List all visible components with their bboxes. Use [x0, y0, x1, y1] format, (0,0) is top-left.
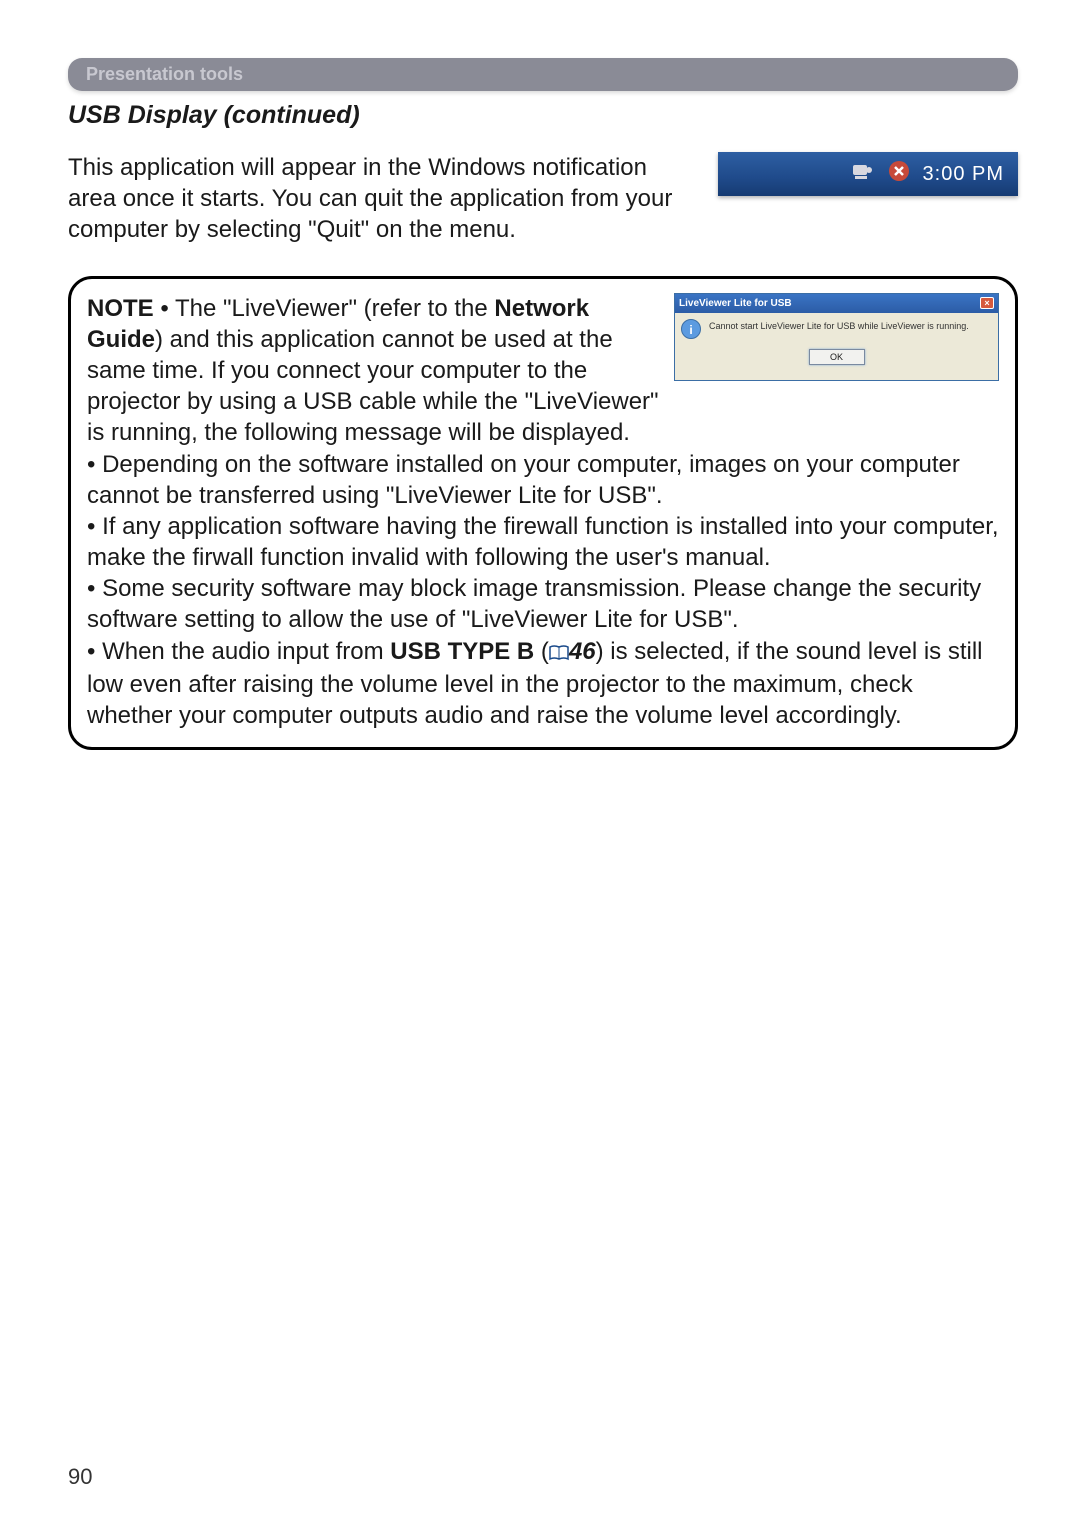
- section-header-text: Presentation tools: [86, 64, 243, 84]
- page-ref: 46: [569, 638, 596, 665]
- close-button[interactable]: ×: [980, 297, 994, 309]
- intro-text: This application will appear in the Wind…: [68, 152, 698, 246]
- note-bullet-4: • Some security software may block image…: [87, 575, 981, 633]
- note-bullet-2: • Depending on the software installed on…: [87, 451, 960, 509]
- error-dialog: LiveViewer Lite for USB × i Cannot start…: [674, 293, 999, 381]
- note-line1-prefix: • The "LiveViewer" (refer to the: [154, 295, 495, 322]
- system-tray: 3:00 PM: [718, 152, 1018, 196]
- note-bullet-5-prefix: • When the audio input from: [87, 638, 390, 665]
- note-bold-usb-type-b: USB TYPE B: [390, 638, 534, 665]
- tray-projector-icon: [851, 159, 875, 189]
- dialog-titlebar: LiveViewer Lite for USB ×: [675, 294, 998, 313]
- section-header: Presentation tools: [68, 58, 1018, 91]
- intro-row: This application will appear in the Wind…: [68, 152, 1018, 246]
- dialog-message: Cannot start LiveViewer Lite for USB whi…: [709, 319, 992, 332]
- page-number: 90: [68, 1464, 92, 1490]
- page-title: USB Display (continued): [68, 101, 1018, 130]
- dialog-title: LiveViewer Lite for USB: [679, 297, 792, 310]
- tray-cancel-icon: [887, 159, 911, 189]
- note-line1-after: ) and this application cannot be used at…: [87, 326, 659, 447]
- note-bullet-3: • If any application software having the…: [87, 513, 999, 571]
- note-label: NOTE: [87, 295, 154, 322]
- note-bullet-5-paren: (: [534, 638, 549, 665]
- note-box: LiveViewer Lite for USB × i Cannot start…: [68, 276, 1018, 751]
- book-icon: [549, 638, 569, 669]
- info-icon: i: [681, 319, 701, 339]
- tray-clock: 3:00 PM: [923, 163, 1004, 186]
- ok-button[interactable]: OK: [809, 349, 865, 365]
